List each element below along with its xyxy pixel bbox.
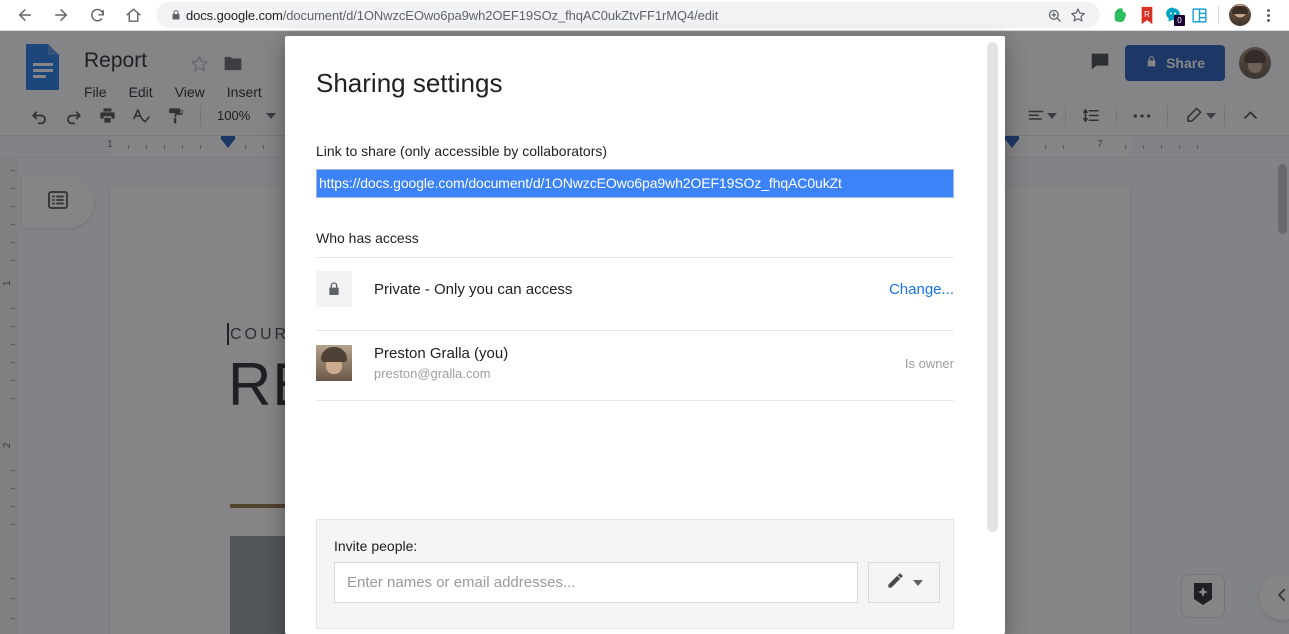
extension-badge-count: 0: [1174, 15, 1185, 26]
profile-avatar[interactable]: [1229, 4, 1251, 26]
share-link-value: https://docs.google.com/document/d/1ONwz…: [317, 170, 953, 197]
owner-name: Preston Gralla (you): [374, 344, 509, 362]
sharing-settings-dialog: Sharing settings Link to share (only acc…: [285, 36, 1005, 634]
link-to-share-label: Link to share (only accessible by collab…: [316, 143, 608, 159]
owner-email: preston@gralla.com: [374, 365, 491, 381]
who-has-access-label: Who has access: [316, 230, 419, 246]
forward-button[interactable]: [46, 0, 76, 30]
section-divider: [316, 330, 954, 331]
permission-dropdown-button[interactable]: [868, 562, 940, 603]
access-status-text: Private - Only you can access: [374, 280, 573, 298]
dialog-content: Sharing settings Link to share (only acc…: [285, 36, 1005, 634]
dialog-scrollbar[interactable]: [987, 42, 998, 532]
window-layout-extension-icon[interactable]: [1186, 0, 1212, 30]
messaging-extension-icon[interactable]: 0: [1160, 0, 1186, 30]
invite-people-input[interactable]: Enter names or email addresses...: [334, 562, 858, 603]
reload-icon: [89, 7, 106, 24]
url-text: docs.google.com/document/d/1ONwzcEOwo6pa…: [186, 8, 1042, 23]
owner-role-label: Is owner: [904, 355, 954, 371]
site-lock-icon: [166, 8, 186, 22]
share-link-input[interactable]: https://docs.google.com/document/d/1ONwz…: [316, 169, 954, 198]
star-icon[interactable]: [1066, 3, 1090, 27]
back-button[interactable]: [10, 0, 40, 30]
address-bar[interactable]: docs.google.com/document/d/1ONwzcEOwo6pa…: [156, 2, 1100, 28]
evernote-extension-icon[interactable]: [1108, 0, 1134, 30]
owner-row: Preston Gralla (you) preston@gralla.com …: [316, 332, 954, 394]
home-icon: [125, 7, 142, 24]
dialog-title: Sharing settings: [316, 68, 503, 98]
access-row: Private - Only you can access Change...: [316, 259, 954, 319]
svg-text:R: R: [1144, 9, 1150, 18]
reload-button[interactable]: [82, 0, 112, 30]
url-domain: docs.google.com: [186, 7, 283, 23]
invite-people-label: Invite people:: [334, 538, 418, 554]
bookmark-manager-extension-icon[interactable]: R: [1134, 0, 1160, 30]
chrome-menu-icon[interactable]: [1255, 0, 1281, 30]
pencil-edit-icon: [886, 571, 905, 595]
browser-toolbar: docs.google.com/document/d/1ONwzcEOwo6pa…: [0, 0, 1289, 31]
owner-details: Preston Gralla (you) preston@gralla.com: [374, 344, 508, 383]
section-divider: [316, 400, 954, 401]
back-arrow-icon: [16, 6, 34, 24]
section-divider: [316, 257, 954, 258]
forward-arrow-icon: [52, 6, 70, 24]
change-access-link[interactable]: Change...: [889, 281, 954, 298]
lock-icon: [316, 271, 352, 307]
home-button[interactable]: [118, 0, 148, 30]
invite-people-placeholder: Enter names or email addresses...: [347, 574, 576, 591]
invite-people-panel: Invite people: Enter names or email addr…: [316, 519, 954, 629]
url-path: /document/d/1ONwzcEOwo6pa9wh2OEF19SOz_fh…: [282, 7, 719, 23]
owner-avatar: [316, 345, 352, 381]
tray-divider: [1218, 6, 1219, 24]
screen: docs.google.com/document/d/1ONwzcEOwo6pa…: [0, 0, 1289, 634]
chevron-down-icon: [912, 579, 923, 586]
zoom-in-icon[interactable]: [1042, 3, 1066, 27]
extensions-tray: R 0: [1108, 0, 1289, 30]
